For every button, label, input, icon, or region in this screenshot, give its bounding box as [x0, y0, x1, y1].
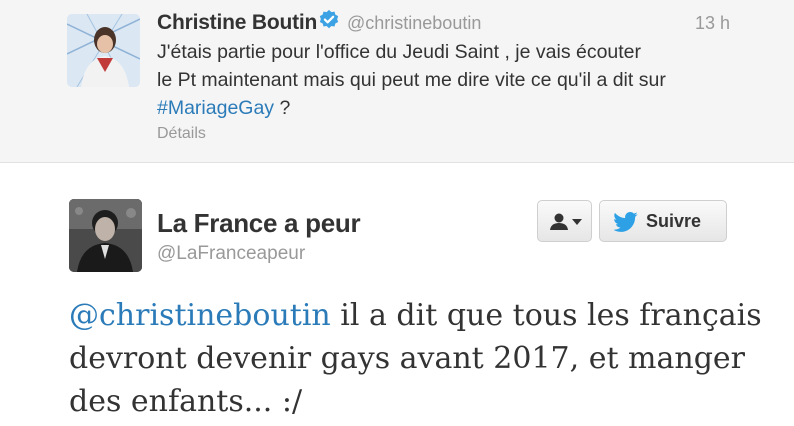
person-icon [550, 213, 568, 230]
follow-button[interactable]: Suivre [599, 200, 727, 242]
tweet-text-line-1: J'étais partie pour l'office du Jeudi Sa… [157, 41, 642, 63]
tweet-text: @christineboutin il a dit que tous les f… [69, 294, 769, 423]
tweet-text-line-3: #MariageGay ? [157, 94, 757, 122]
tweet-text-line-2: le Pt maintenant mais qui peut me dire v… [157, 69, 666, 91]
details-link[interactable]: Détails [157, 125, 206, 143]
reply-tweet: Christine Boutin @christineboutin 13 h J… [0, 0, 794, 163]
user-actions-button[interactable] [537, 200, 592, 242]
tweet-text-end: ? [274, 97, 291, 119]
author-name[interactable]: Christine Boutin [157, 11, 317, 35]
avatar-image [69, 199, 142, 272]
avatar-la-france-a-peur[interactable] [69, 199, 142, 272]
tweet-timestamp[interactable]: 13 h [695, 13, 730, 34]
verified-badge-icon [319, 9, 339, 29]
twitter-bird-icon [614, 212, 638, 232]
hashtag-link[interactable]: #MariageGay [157, 97, 274, 119]
mention-link[interactable]: @christineboutin [69, 298, 331, 333]
chevron-down-icon [572, 219, 582, 225]
author-handle[interactable]: @christineboutin [347, 13, 481, 34]
tweet-text: J'étais partie pour l'office du Jeudi Sa… [157, 38, 757, 122]
author-handle[interactable]: @LaFranceapeur [157, 243, 305, 265]
follow-label: Suivre [646, 211, 702, 231]
author-name[interactable]: La France a peur [157, 208, 361, 239]
avatar-image [67, 14, 140, 87]
avatar-christine-boutin[interactable] [67, 14, 140, 87]
